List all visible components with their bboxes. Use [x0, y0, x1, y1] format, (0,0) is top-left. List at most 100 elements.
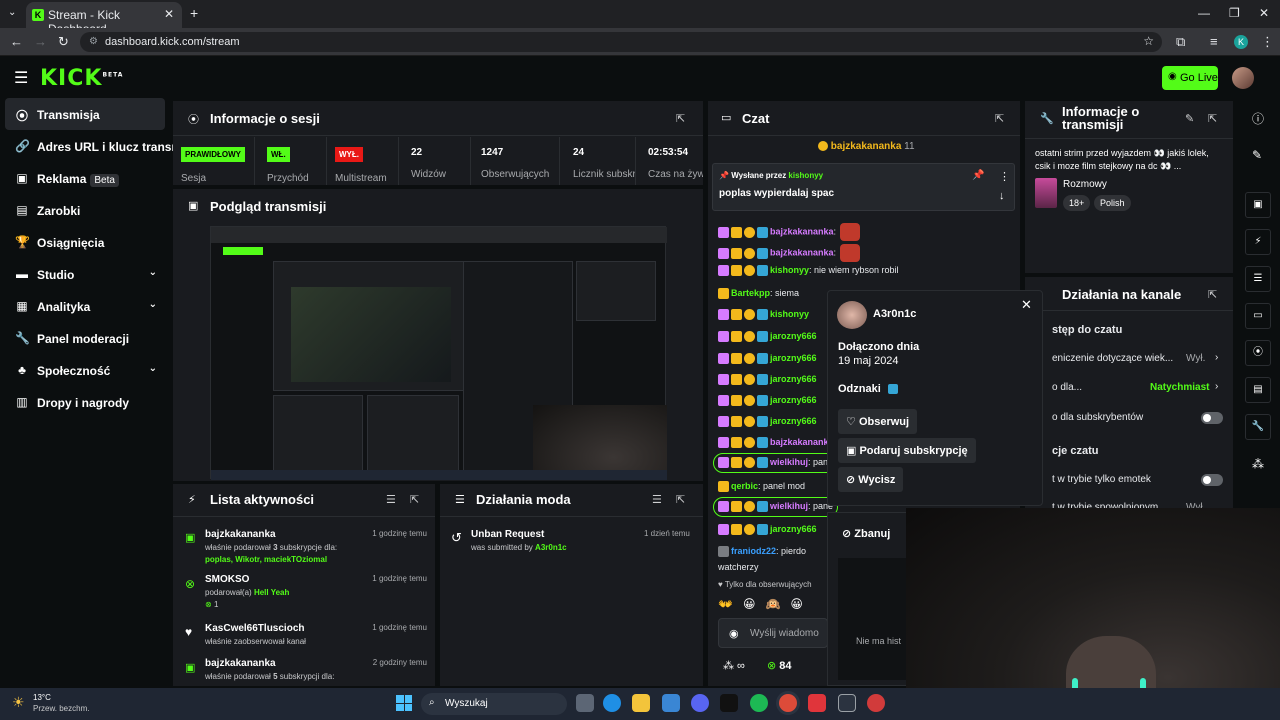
emote-only-toggle[interactable]: [1201, 474, 1223, 486]
hamburger-menu-icon[interactable]: ☰: [14, 68, 28, 88]
file-explorer-icon[interactable]: [632, 694, 650, 712]
chat-username[interactable]: jarozny666: [770, 331, 817, 341]
pinned-message[interactable]: 📌 Wysłane przez kishonyy poplas wypierda…: [712, 163, 1015, 211]
edit-icon[interactable]: ✎: [1185, 112, 1194, 125]
go-live-button[interactable]: ◉ Go Live: [1162, 66, 1218, 90]
reload-icon[interactable]: ↻: [58, 34, 69, 50]
chat-username[interactable]: bajzkakananka: [770, 247, 834, 257]
mod-item-user[interactable]: A3r0n1c: [535, 543, 567, 552]
kick-logo[interactable]: KICKBETA: [40, 66, 123, 91]
edge-icon[interactable]: [603, 694, 621, 712]
info-icon[interactable]: ⓘ: [1252, 110, 1264, 127]
setting-value[interactable]: Natychmiast: [1150, 382, 1209, 393]
follow-button[interactable]: ♡ Obserwuj: [838, 409, 918, 434]
chat-username[interactable]: jarozny666: [770, 353, 817, 363]
stream-preview-video[interactable]: [210, 226, 667, 480]
chat-username[interactable]: jarozny666: [770, 524, 817, 534]
app-icon[interactable]: [808, 694, 826, 712]
mute-button[interactable]: ⊘ Wycisz: [838, 467, 904, 492]
store-icon[interactable]: [662, 694, 680, 712]
discord-icon[interactable]: [691, 694, 709, 712]
filter-icon[interactable]: ☰: [386, 493, 396, 506]
chat-input[interactable]: ◉ Wyślij wiadomo: [718, 618, 828, 648]
maximize-icon[interactable]: ❐: [1229, 6, 1240, 20]
chat-username[interactable]: bajzkakananka: [770, 437, 834, 447]
emote-bar[interactable]: 👐😀🙉😀: [718, 597, 813, 611]
minimize-icon[interactable]: —: [1198, 6, 1210, 20]
close-icon[interactable]: ✕: [1021, 297, 1032, 313]
chat-username[interactable]: kishonyy: [770, 309, 809, 319]
taskbar-search[interactable]: ⌕ Wyszukaj: [421, 693, 567, 715]
sidebar-item-transmisja[interactable]: ⦿ Transmisja: [5, 98, 165, 130]
task-view-icon[interactable]: [576, 694, 594, 712]
extensions-icon[interactable]: ⧉: [1176, 34, 1185, 50]
expand-icon[interactable]: ⇱: [995, 112, 1004, 125]
expand-icon[interactable]: ⇱: [1208, 112, 1217, 125]
sidebar-item-osiagniecia[interactable]: 🏆 Osiągnięcia: [5, 226, 165, 258]
chat-username[interactable]: jarozny666: [770, 374, 817, 384]
sidebar-item-analityka[interactable]: ▦ Analityka ⌄: [5, 290, 165, 322]
ban-button[interactable]: ⊘ Zbanuj: [842, 527, 890, 540]
chrome-icon[interactable]: [779, 694, 797, 712]
subscribers-only-toggle[interactable]: [1201, 412, 1223, 424]
chevron-right-icon[interactable]: ›: [1215, 352, 1218, 363]
pinned-user[interactable]: kishonyy: [788, 171, 823, 180]
expand-icon[interactable]: ⇱: [676, 493, 685, 506]
expand-icon[interactable]: ⇱: [676, 112, 685, 125]
points-display[interactable]: ⊗ 84: [767, 659, 792, 672]
user-card-name[interactable]: A3r0n1c: [873, 308, 916, 320]
back-icon[interactable]: ←: [10, 34, 23, 49]
expand-icon[interactable]: ⇱: [410, 493, 419, 506]
chat-username[interactable]: jarozny666: [770, 395, 817, 405]
weather-icon[interactable]: ☀: [12, 694, 25, 711]
new-tab-icon[interactable]: +: [190, 5, 198, 21]
unpin-icon[interactable]: 📌: [972, 170, 984, 181]
chat-username[interactable]: wielkihuj: [770, 501, 808, 511]
chevron-right-icon[interactable]: ›: [1215, 381, 1218, 392]
browser-profile-avatar[interactable]: K: [1234, 35, 1248, 49]
rail-button-layout[interactable]: ▤: [1245, 377, 1271, 403]
collapse-icon[interactable]: ↓: [999, 190, 1005, 202]
chat-username[interactable]: wielkihuj: [770, 457, 808, 467]
sidebar-item-stream-url[interactable]: 🔗 Adres URL i klucz transmisji: [5, 130, 175, 162]
sidebar-item-panel-moderacji[interactable]: 🔧 Panel moderacji: [5, 322, 165, 354]
browser-tab[interactable]: K Stream - Kick Dashboard ✕: [26, 2, 182, 36]
chat-username[interactable]: Bartekpp: [731, 288, 770, 298]
bookmark-star-icon[interactable]: ☆: [1143, 34, 1154, 48]
spotify-icon[interactable]: [750, 694, 768, 712]
category-name[interactable]: Rozmowy: [1063, 179, 1107, 190]
expand-icon[interactable]: ⇱: [1208, 288, 1217, 301]
app-icon[interactable]: [838, 694, 856, 712]
mod-item-title[interactable]: Unban Request: [471, 529, 544, 540]
site-info-icon[interactable]: ⚙: [89, 36, 98, 47]
rail-button-session[interactable]: ▣: [1245, 192, 1271, 218]
top-gifter-user[interactable]: bajzkakananka: [831, 141, 902, 152]
browser-menu-icon[interactable]: ⋮: [1261, 34, 1274, 50]
chat-username[interactable]: kishonyy: [770, 265, 809, 275]
rail-button-broadcast[interactable]: ⦿: [1245, 340, 1271, 366]
rail-button-activity[interactable]: ⚡: [1245, 229, 1271, 255]
rail-button-tools[interactable]: 🔧: [1245, 414, 1271, 440]
close-window-icon[interactable]: ✕: [1259, 6, 1269, 20]
chat-username[interactable]: jarozny666: [770, 416, 817, 426]
emote-picker-icon[interactable]: ◉: [729, 627, 739, 640]
close-tab-icon[interactable]: ✕: [164, 7, 174, 21]
chat-settings-icon[interactable]: ⁂ ∞: [723, 659, 745, 672]
app-icon[interactable]: [720, 694, 738, 712]
app-icon[interactable]: [867, 694, 885, 712]
sidebar-item-spolecznosc[interactable]: ♣ Społeczność ⌄: [5, 354, 165, 386]
gift-sub-button[interactable]: ▣ Podaruj subskrypcję: [838, 438, 976, 463]
rail-button-mod[interactable]: ☰: [1245, 266, 1271, 292]
more-options-icon[interactable]: ⋮: [999, 170, 1010, 183]
tag-pill[interactable]: Polish: [1094, 195, 1131, 211]
sidebar-item-dropy[interactable]: ▥ Dropy i nagrody: [5, 386, 165, 418]
chat-username[interactable]: franiodz22: [731, 546, 776, 556]
user-avatar[interactable]: [1232, 67, 1254, 89]
chat-username[interactable]: bajzkakananka: [770, 226, 834, 236]
url-input[interactable]: ⚙ dashboard.kick.com/stream ☆: [80, 32, 1162, 52]
forward-icon[interactable]: →: [34, 34, 47, 49]
tab-list-icon[interactable]: ⌄: [8, 7, 16, 18]
tag-pill[interactable]: 18+: [1063, 195, 1091, 211]
community-icon[interactable]: ⁂: [1252, 457, 1264, 471]
filter-icon[interactable]: ☰: [652, 493, 662, 506]
